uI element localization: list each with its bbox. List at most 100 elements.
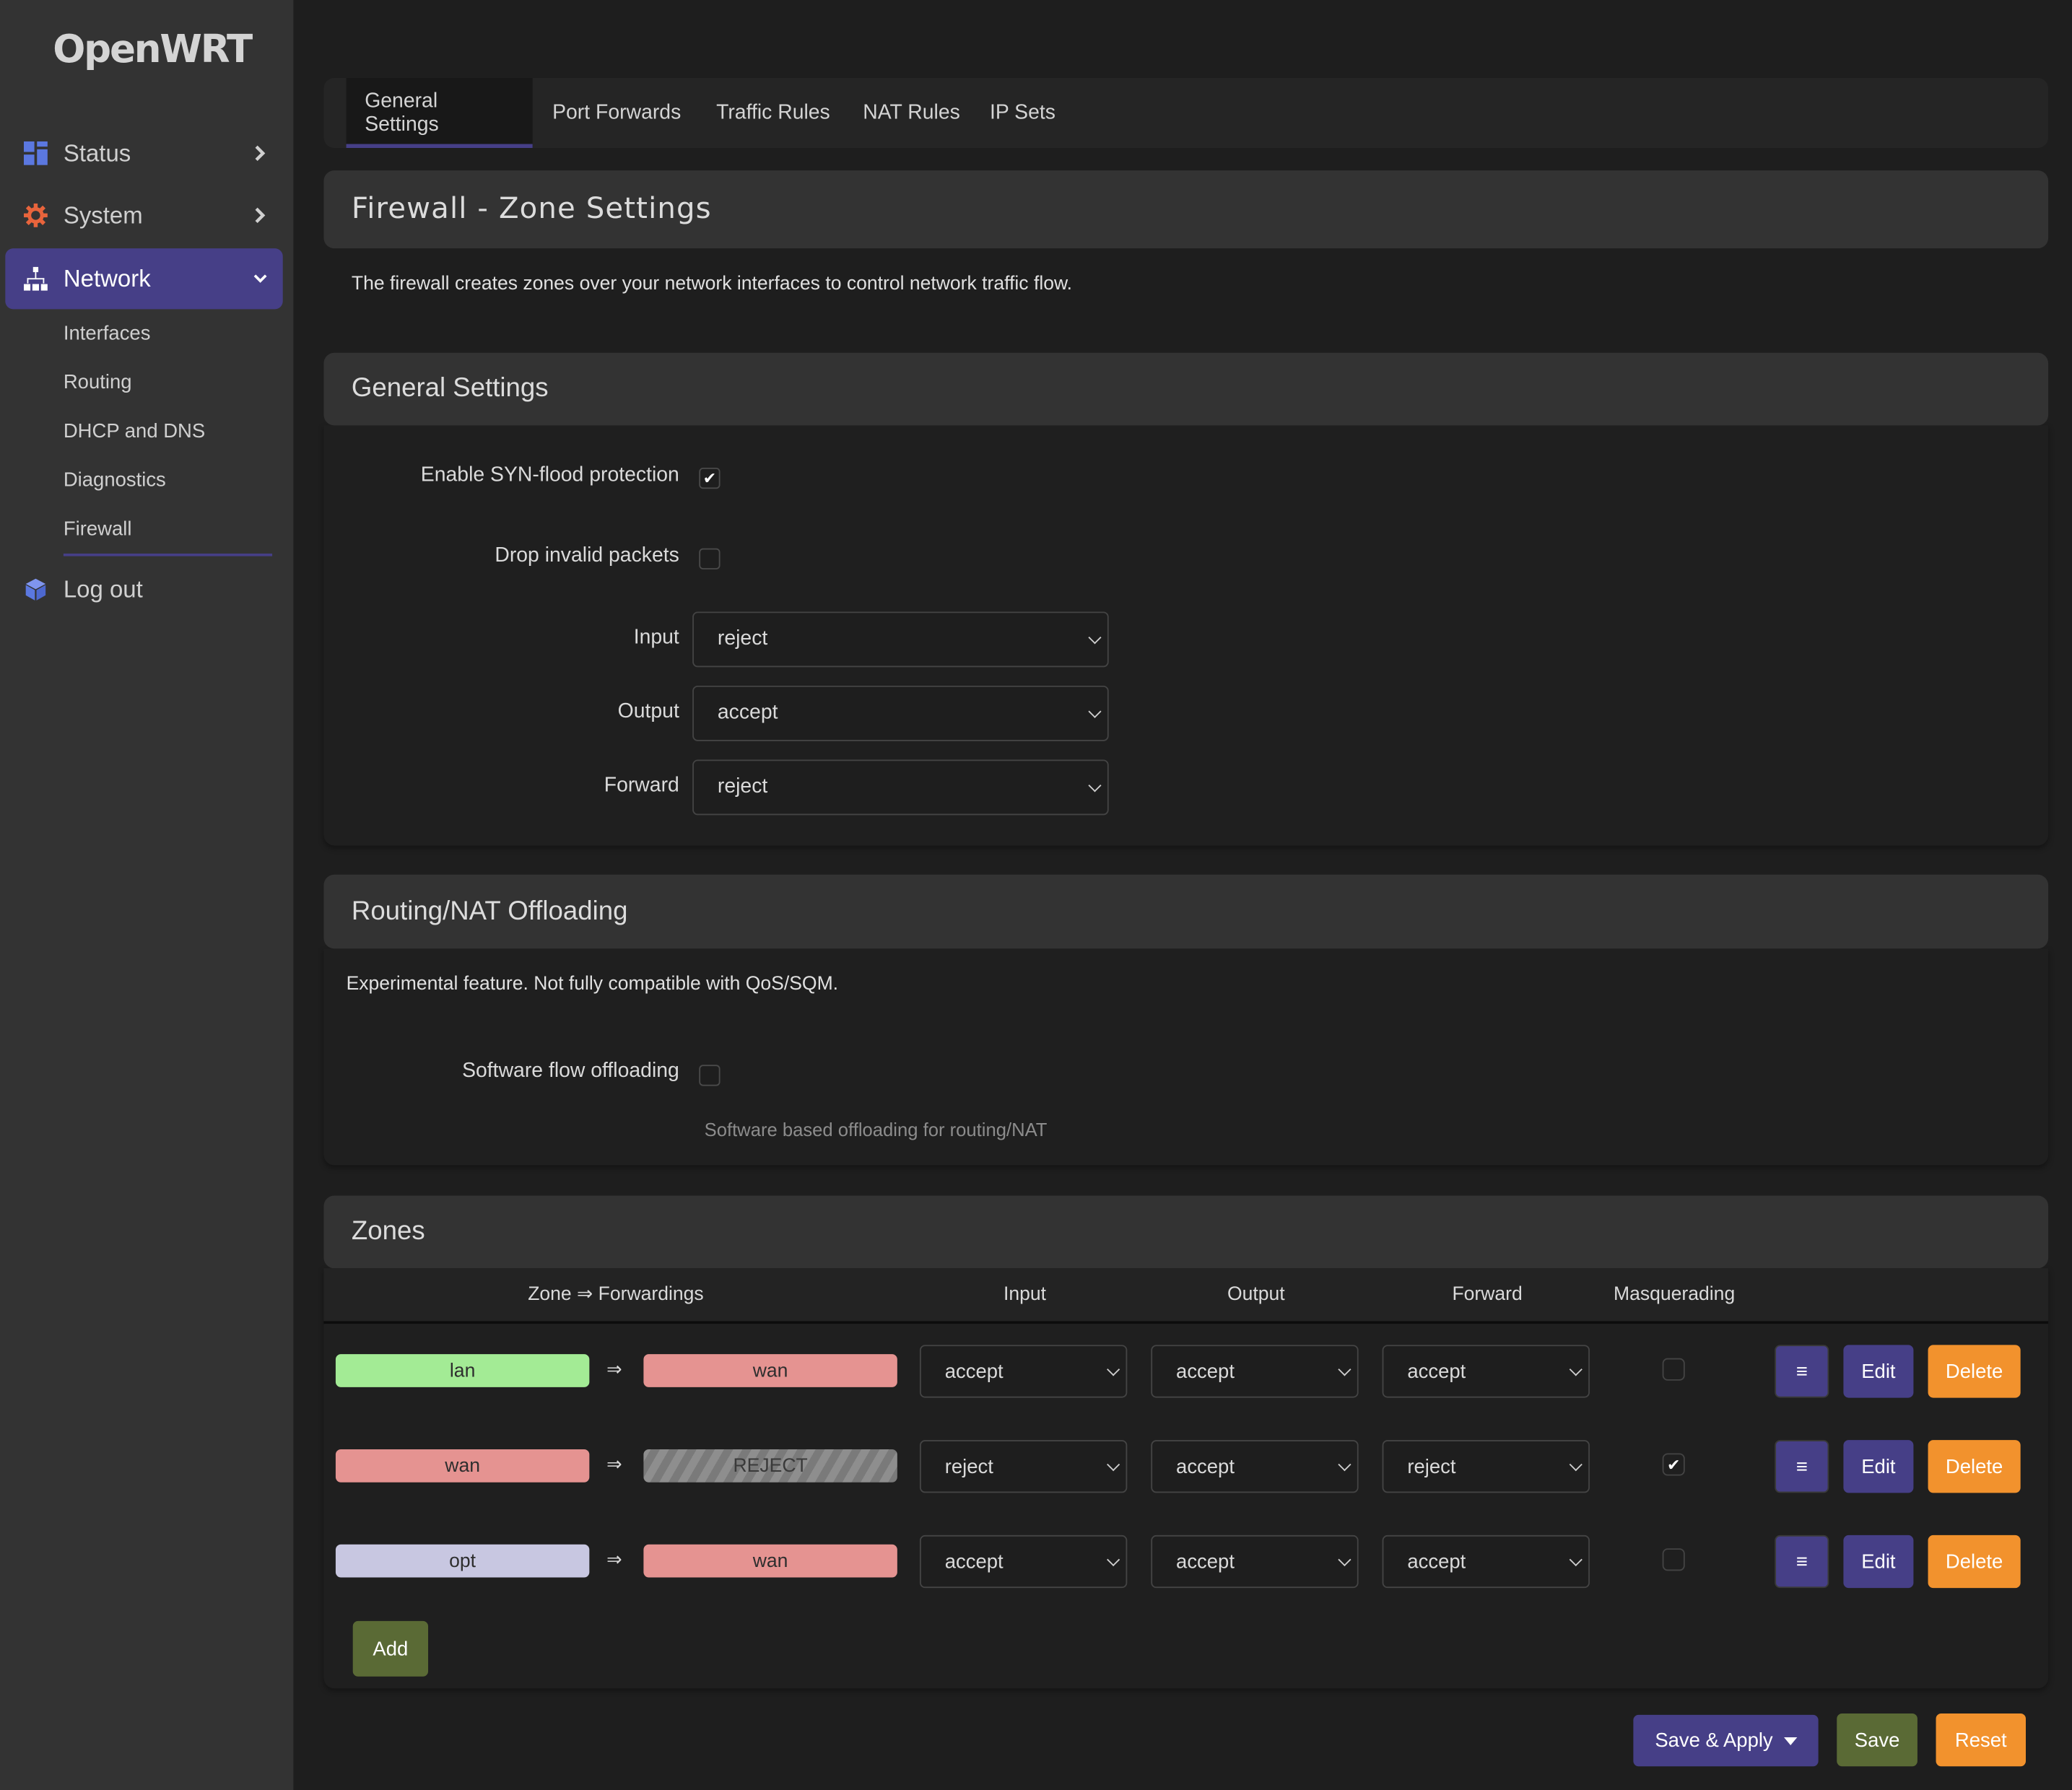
tab-nat-rules[interactable]: NAT Rules <box>845 78 979 148</box>
edit-zone-button[interactable]: Edit <box>1843 1345 1914 1398</box>
column-header-output: Output <box>1227 1284 1285 1306</box>
chevron-right-icon <box>253 145 266 162</box>
column-header-zone: Zone ⇒ Forwardings <box>528 1284 704 1306</box>
select-value: accept <box>717 701 778 725</box>
chevron-down-icon <box>1088 779 1102 793</box>
select-value: reject <box>1407 1455 1456 1478</box>
tab-traffic-rules[interactable]: Traffic Rules <box>697 78 848 148</box>
input-policy-label: Input <box>633 626 679 649</box>
sidebar-subitem-routing[interactable]: Routing <box>64 371 132 393</box>
software-flow-checkbox[interactable] <box>699 1065 721 1086</box>
delete-zone-button[interactable]: Delete <box>1928 1345 2021 1398</box>
checkmark-icon: ✔ <box>702 468 717 488</box>
sidebar-subitem-firewall[interactable]: Firewall <box>64 518 132 541</box>
drag-handle-button[interactable]: ≡ <box>1775 1345 1829 1398</box>
zones-table-header: Zone ⇒ Forwardings Input Output Forward … <box>323 1268 2049 1324</box>
chevron-down-icon <box>1088 704 1102 718</box>
chevron-down-icon <box>1338 1553 1351 1567</box>
section-title-offloading: Routing/NAT Offloading <box>323 874 2049 949</box>
sidebar-item-logout[interactable]: Log out <box>5 559 282 619</box>
zone-forward-select[interactable]: reject <box>1382 1440 1590 1493</box>
delete-zone-button[interactable]: Delete <box>1928 1534 2021 1589</box>
sidebar-item-network[interactable]: Network <box>5 248 283 310</box>
add-zone-button[interactable]: Add <box>352 1620 429 1677</box>
select-value: accept <box>944 1360 1004 1383</box>
tab-general-settings[interactable]: General Settings <box>346 77 533 149</box>
sidebar-subitem-dhcp-dns[interactable]: DHCP and DNS <box>64 420 205 442</box>
page-title: Firewall - Zone Settings <box>323 170 2049 249</box>
zone-badge[interactable]: lan <box>335 1354 590 1387</box>
select-value: accept <box>944 1550 1004 1573</box>
zone-input-select[interactable]: accept <box>919 1534 1128 1589</box>
syn-flood-label: Enable SYN-flood protection <box>420 463 679 486</box>
edit-zone-button[interactable]: Edit <box>1843 1440 1914 1493</box>
section-title-zones: Zones <box>323 1195 2049 1269</box>
zone-output-select[interactable]: accept <box>1151 1534 1359 1589</box>
chevron-right-icon <box>253 207 266 224</box>
output-policy-select[interactable]: accept <box>692 685 1109 741</box>
zone-badge[interactable]: opt <box>335 1544 590 1578</box>
save-apply-button[interactable]: Save & Apply <box>1633 1714 1819 1767</box>
edit-zone-button[interactable]: Edit <box>1843 1534 1914 1589</box>
drop-invalid-checkbox[interactable] <box>699 548 721 569</box>
reset-button[interactable]: Reset <box>1936 1713 2027 1767</box>
forward-target-badge[interactable]: REJECT <box>643 1449 897 1483</box>
select-value: reject <box>717 627 768 650</box>
column-header-input: Input <box>1003 1284 1046 1306</box>
save-button[interactable]: Save <box>1837 1713 1918 1767</box>
sidebar-item-label: System <box>63 201 143 228</box>
tab-ip-sets[interactable]: IP Sets <box>971 78 1074 148</box>
forward-arrow-icon: ⇒ <box>606 1453 622 1475</box>
drag-handle-button[interactable]: ≡ <box>1775 1440 1829 1493</box>
zone-badge[interactable]: wan <box>335 1449 590 1483</box>
forward-arrow-icon: ⇒ <box>606 1358 622 1379</box>
forward-target-badge[interactable]: wan <box>643 1544 897 1578</box>
forward-policy-label: Forward <box>604 774 679 797</box>
zone-output-select[interactable]: accept <box>1151 1345 1359 1398</box>
gear-icon <box>23 203 48 227</box>
sidebar-item-label: Network <box>63 264 151 292</box>
drag-handle-button[interactable]: ≡ <box>1775 1534 1829 1589</box>
chevron-down-icon <box>1107 1553 1120 1567</box>
select-value: accept <box>1407 1550 1466 1573</box>
select-value: accept <box>1176 1455 1235 1478</box>
forward-policy-select[interactable]: reject <box>692 759 1109 816</box>
sidebar-item-status[interactable]: Status <box>5 123 282 183</box>
zone-input-select[interactable]: accept <box>919 1345 1128 1398</box>
chevron-down-icon <box>253 272 267 285</box>
zone-forward-select[interactable]: accept <box>1382 1534 1590 1589</box>
select-value: accept <box>1176 1360 1235 1383</box>
tab-port-forwards[interactable]: Port Forwards <box>534 78 699 148</box>
sidebar-item-system[interactable]: System <box>5 185 282 245</box>
column-header-forward: Forward <box>1452 1284 1523 1306</box>
column-header-masquerading: Masquerading <box>1614 1284 1736 1306</box>
cube-icon <box>24 577 48 601</box>
forward-target-badge[interactable]: wan <box>643 1354 897 1387</box>
masquerading-checkbox[interactable]: ✔ <box>1662 1453 1685 1476</box>
chevron-down-icon <box>1569 1458 1583 1472</box>
zone-forward-select[interactable]: accept <box>1382 1345 1590 1398</box>
sidebar-subitem-interfaces[interactable]: Interfaces <box>64 323 151 345</box>
chevron-down-icon <box>1107 1363 1120 1376</box>
output-policy-label: Output <box>617 700 679 723</box>
chevron-down-icon <box>1107 1458 1120 1472</box>
offloading-description: Experimental feature. Not fully compatib… <box>346 974 839 995</box>
zone-input-select[interactable]: reject <box>919 1440 1128 1493</box>
dashboard-icon <box>23 141 48 165</box>
zone-output-select[interactable]: accept <box>1151 1440 1359 1493</box>
checkmark-icon: ✔ <box>1666 1455 1681 1474</box>
network-icon <box>23 266 48 291</box>
syn-flood-checkbox[interactable]: ✔ <box>699 467 721 489</box>
input-policy-select[interactable]: reject <box>692 611 1109 668</box>
masquerading-checkbox[interactable] <box>1662 1358 1685 1381</box>
select-value: accept <box>1407 1360 1466 1383</box>
chevron-down-icon <box>1569 1553 1583 1567</box>
page-description: The firewall creates zones over your net… <box>351 273 1073 295</box>
masquerading-checkbox[interactable] <box>1662 1548 1685 1571</box>
chevron-down-icon <box>1088 631 1102 645</box>
sidebar-subitem-diagnostics[interactable]: Diagnostics <box>64 469 166 492</box>
openwrt-logo[interactable]: OpenWRT <box>53 27 253 71</box>
caret-down-icon <box>1783 1737 1797 1745</box>
save-apply-label: Save & Apply <box>1655 1729 1773 1752</box>
delete-zone-button[interactable]: Delete <box>1928 1440 2021 1493</box>
